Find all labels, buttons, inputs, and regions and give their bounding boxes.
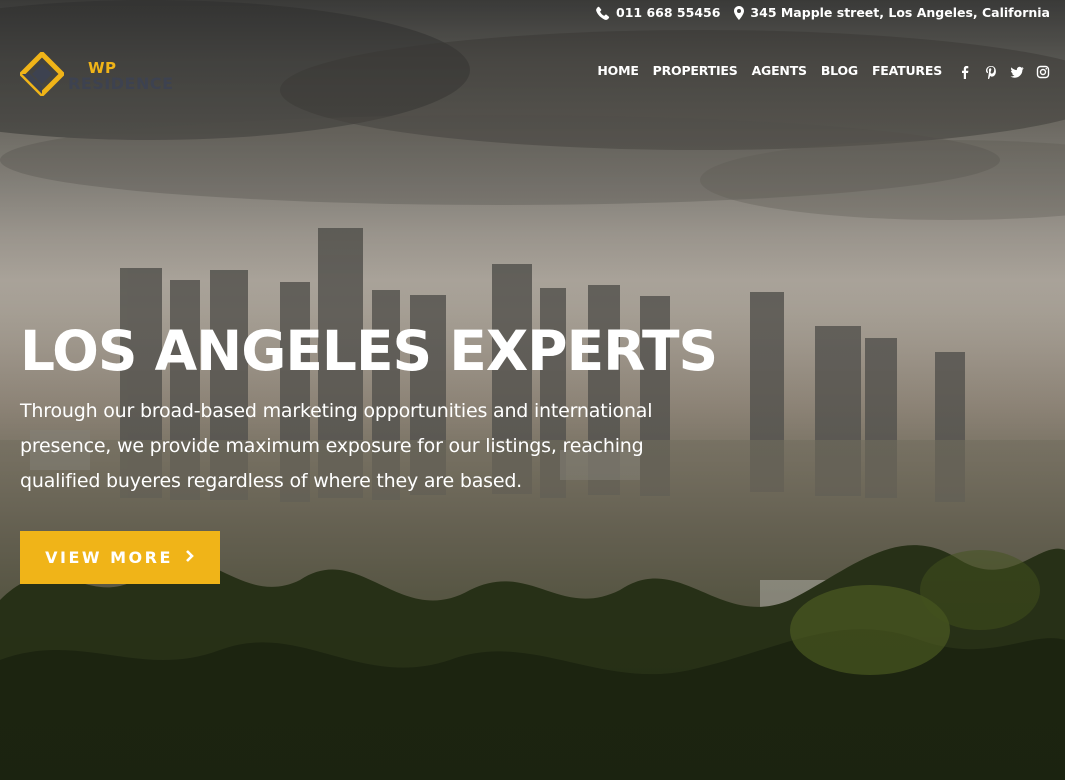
address-text: 345 Mapple street, Los Angeles, Californ… bbox=[750, 5, 1050, 20]
logo-text: WP RESIDENCE bbox=[68, 60, 174, 92]
phone-contact[interactable]: 011 668 55456 bbox=[596, 5, 720, 20]
site-logo[interactable]: WP RESIDENCE bbox=[18, 50, 174, 100]
logo-line-residence: RESIDENCE bbox=[68, 74, 174, 93]
hero-darken-overlay bbox=[0, 0, 1065, 780]
pinterest-icon[interactable] bbox=[984, 64, 998, 80]
hero-lead-text: Through our broad-based marketing opport… bbox=[20, 400, 653, 492]
address-contact[interactable]: 345 Mapple street, Los Angeles, Californ… bbox=[734, 5, 1050, 20]
view-more-button[interactable]: VIEW MORE bbox=[20, 531, 220, 584]
map-marker-icon bbox=[734, 5, 745, 20]
social-links bbox=[958, 64, 1050, 80]
top-contact-bar: 011 668 55456 345 Mapple street, Los Ang… bbox=[596, 5, 1050, 20]
twitter-icon[interactable] bbox=[1010, 64, 1024, 78]
chevron-right-icon bbox=[185, 548, 195, 567]
hero-headline: LOS ANGELES EXPERTS bbox=[20, 319, 718, 383]
instagram-icon[interactable] bbox=[1036, 64, 1050, 78]
nav-item-home[interactable]: HOME bbox=[597, 63, 638, 78]
view-more-label: VIEW MORE bbox=[45, 548, 173, 567]
facebook-icon[interactable] bbox=[958, 64, 972, 79]
phone-icon bbox=[596, 6, 610, 20]
hero-section: 011 668 55456 345 Mapple street, Los Ang… bbox=[0, 0, 1065, 780]
nav-item-features[interactable]: FEATURES bbox=[872, 63, 942, 78]
nav-item-blog[interactable]: BLOG bbox=[821, 63, 858, 78]
logo-diamond-icon bbox=[18, 50, 66, 100]
main-navigation: HOME PROPERTIES AGENTS BLOG FEATURES bbox=[583, 63, 1050, 80]
nav-item-agents[interactable]: AGENTS bbox=[752, 63, 807, 78]
nav-item-properties[interactable]: PROPERTIES bbox=[653, 63, 738, 78]
phone-number: 011 668 55456 bbox=[616, 5, 721, 20]
